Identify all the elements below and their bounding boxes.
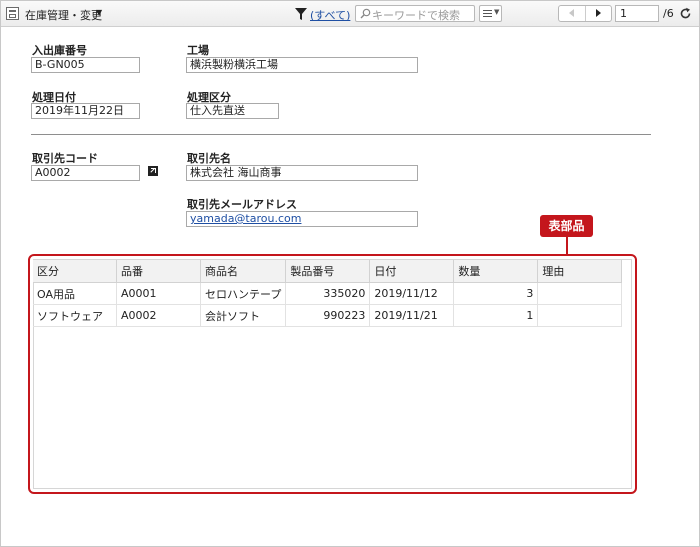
column-header[interactable]: 商品名 <box>200 260 287 283</box>
toolbar: 在庫管理・変更 ▼ (すべて) キーワードで検索 ▼ 1 /6 <box>1 1 699 27</box>
factory-field[interactable]: 横浜製粉横浜工場 <box>186 57 418 73</box>
filter-all-link[interactable]: (すべて) <box>310 7 350 23</box>
search-icon <box>360 8 371 19</box>
table-cell[interactable]: 会計ソフト <box>200 304 287 327</box>
process-type-field[interactable]: 仕入先直送 <box>186 103 279 119</box>
table-cell[interactable] <box>537 282 623 305</box>
table-row[interactable]: OA用品 A0001 セロハンテープ 335020 2019/11/12 3 <box>33 282 623 305</box>
refresh-icon[interactable] <box>679 7 692 20</box>
callout-connector <box>566 237 568 255</box>
column-header[interactable]: 日付 <box>369 260 455 283</box>
lookup-icon[interactable] <box>148 166 158 176</box>
column-header[interactable]: 区分 <box>33 260 117 283</box>
table-cell[interactable]: OA用品 <box>33 282 117 305</box>
chevron-down-icon: ▼ <box>494 8 500 16</box>
previous-record-button[interactable] <box>559 6 586 21</box>
table-cell[interactable]: 335020 <box>285 282 371 305</box>
partner-code-label: 取引先コード <box>32 152 98 165</box>
table-part-callout: 表部品 <box>540 215 593 237</box>
section-divider <box>31 134 651 135</box>
column-header[interactable]: 数量 <box>453 260 539 283</box>
partner-email-field[interactable]: yamada@tarou.com <box>186 211 418 227</box>
view-selector[interactable]: 在庫管理・変更 <box>25 7 102 23</box>
page-number-input[interactable]: 1 <box>615 5 659 22</box>
table-cell[interactable]: 3 <box>453 282 539 305</box>
table-cell[interactable]: 1 <box>453 304 539 327</box>
search-input[interactable]: キーワードで検索 <box>355 5 475 22</box>
column-header[interactable]: 品番 <box>116 260 201 283</box>
filter-icon[interactable] <box>295 8 307 20</box>
table-cell[interactable]: A0002 <box>116 304 201 327</box>
hamburger-icon <box>483 10 492 17</box>
page-total: /6 <box>663 7 674 20</box>
partner-code-field[interactable]: A0002 <box>31 165 140 181</box>
table-cell[interactable]: 990223 <box>285 304 371 327</box>
chevron-down-icon[interactable]: ▼ <box>96 8 102 17</box>
record-navigation <box>558 5 612 22</box>
receipt-number-field[interactable]: B-GN005 <box>31 57 140 73</box>
search-placeholder: キーワードで検索 <box>372 9 460 22</box>
app-view-icon <box>6 7 19 20</box>
table-header-row: 区分 品番 商品名 製品番号 日付 数量 理由 <box>33 260 623 283</box>
factory-label: 工場 <box>187 44 209 57</box>
partner-name-field[interactable]: 株式会社 海山商事 <box>186 165 418 181</box>
partner-email-label: 取引先メールアドレス <box>187 198 297 211</box>
partner-name-label: 取引先名 <box>187 152 231 165</box>
detail-table: 区分 品番 商品名 製品番号 日付 数量 理由 OA用品 A0001 セロハンテ… <box>33 260 623 327</box>
column-header[interactable]: 製品番号 <box>285 260 371 283</box>
table-cell[interactable]: 2019/11/12 <box>369 282 455 305</box>
table-row[interactable]: ソフトウェア A0002 会計ソフト 990223 2019/11/21 1 <box>33 304 623 327</box>
table-cell[interactable]: セロハンテープ <box>200 282 287 305</box>
next-record-button[interactable] <box>586 6 612 21</box>
table-cell[interactable]: 2019/11/21 <box>369 304 455 327</box>
table-cell[interactable]: A0001 <box>116 282 201 305</box>
process-date-field[interactable]: 2019年11月22日 <box>31 103 140 119</box>
menu-button[interactable]: ▼ <box>479 5 502 22</box>
table-cell[interactable] <box>537 304 623 327</box>
column-header[interactable]: 理由 <box>537 260 623 283</box>
table-cell[interactable]: ソフトウェア <box>33 304 117 327</box>
receipt-number-label: 入出庫番号 <box>32 44 87 57</box>
